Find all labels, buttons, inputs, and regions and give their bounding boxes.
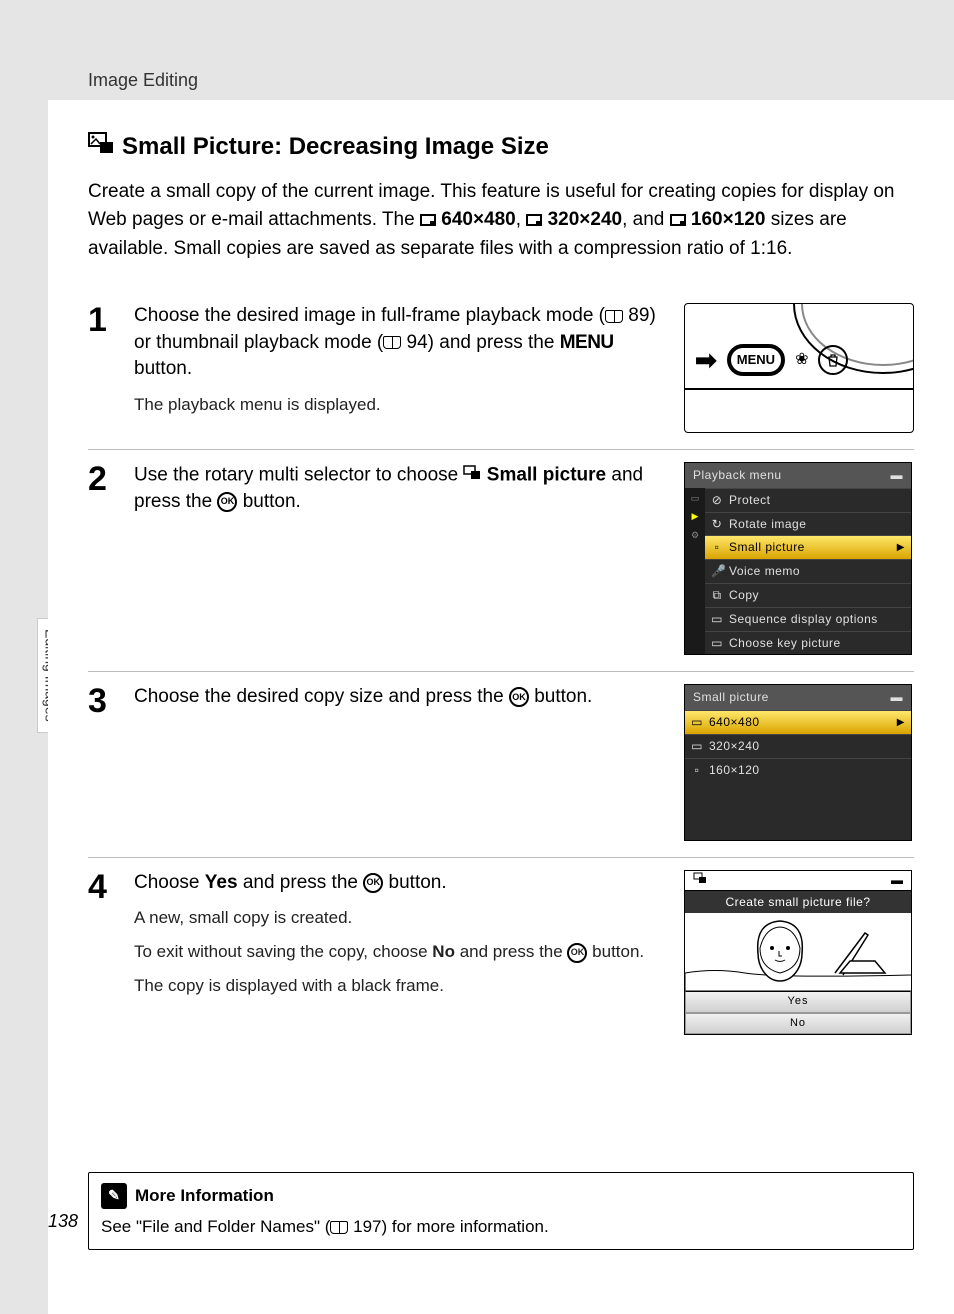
size-640-icon	[420, 214, 436, 226]
chevron-right-icon: ▶	[897, 541, 905, 555]
confirm-preview-image	[685, 913, 911, 991]
macro-icon: ❀	[795, 349, 808, 371]
more-info-box: ✎ More Information See "File and Folder …	[88, 1172, 914, 1250]
size-320-icon	[526, 214, 542, 226]
step-1: 1 Choose the desired image in full-frame…	[88, 291, 914, 450]
ok-button-icon: OK	[363, 873, 383, 893]
arrow-right-icon: ➡	[695, 342, 717, 378]
camera-diagram: ➡ MENU ❀	[684, 303, 914, 433]
battery-icon: ▬	[891, 467, 904, 484]
step-3: 3 Choose the desired copy size and press…	[88, 672, 914, 857]
playback-menu-list: ⊘Protect ↻Rotate image ▫Small picture▶ 🎤…	[705, 488, 911, 655]
more-info-title: More Information	[135, 1184, 274, 1208]
lcd-title: Small picture	[693, 689, 769, 706]
ok-button-icon: OK	[217, 492, 237, 512]
chevron-right-icon: ▶	[897, 716, 905, 730]
steps-list: 1 Choose the desired image in full-frame…	[88, 291, 914, 1051]
small-picture-icon	[693, 872, 707, 889]
confirm-yes-button[interactable]: Yes	[685, 991, 911, 1012]
ok-button-icon: OK	[567, 943, 587, 963]
delete-button[interactable]	[818, 345, 848, 375]
page-body: Small Picture: Decreasing Image Size Cre…	[48, 100, 954, 1314]
confirm-no-button[interactable]: No	[685, 1013, 911, 1034]
playback-menu-screen: Playback menu ▬ ▭ ▶ ⚙ ⊘Protect ↻Rot	[684, 462, 912, 655]
step-2: 2 Use the rotary multi selector to choos…	[88, 450, 914, 672]
menu-item-rotate[interactable]: ↻Rotate image	[705, 512, 911, 536]
ok-button-icon: OK	[509, 687, 529, 707]
small-picture-icon	[88, 130, 114, 164]
page-ref-icon	[605, 310, 623, 323]
menu-button[interactable]: MENU	[727, 344, 785, 376]
size-160-icon	[670, 214, 686, 226]
confirm-question: Create small picture file?	[685, 891, 911, 914]
size-option-640[interactable]: ▭640×480▶	[685, 710, 911, 734]
menu-item-protect[interactable]: ⊘Protect	[705, 488, 911, 512]
step-number: 1	[88, 303, 118, 337]
lcd-title: Playback menu	[693, 467, 782, 484]
size-option-320[interactable]: ▭320×240	[685, 734, 911, 758]
breadcrumb: Image Editing	[88, 68, 198, 93]
size-menu-screen: Small picture ▬ ▭640×480▶ ▭320×240 ▫160×…	[684, 684, 912, 840]
page-ref-icon	[330, 1221, 348, 1234]
page-number: 138	[48, 1209, 78, 1234]
intro-paragraph: Create a small copy of the current image…	[88, 178, 914, 264]
step-number: 2	[88, 462, 118, 496]
size-option-160[interactable]: ▫160×120	[685, 758, 911, 782]
size-menu-list: ▭640×480▶ ▭320×240 ▫160×120	[685, 710, 911, 781]
section-title-text: Small Picture: Decreasing Image Size	[122, 130, 549, 164]
page-ref-icon	[383, 336, 401, 349]
menu-item-key-picture[interactable]: ▭Choose key picture	[705, 631, 911, 655]
menu-item-copy[interactable]: ⧉Copy	[705, 583, 911, 607]
step-1-sub: The playback menu is displayed.	[134, 393, 664, 417]
step-number: 4	[88, 870, 118, 904]
small-picture-icon	[463, 462, 481, 489]
battery-icon: ▬	[891, 689, 904, 706]
step-number: 3	[88, 684, 118, 718]
menu-item-small-picture[interactable]: ▫Small picture▶	[705, 535, 911, 559]
menu-item-sequence[interactable]: ▭Sequence display options	[705, 607, 911, 631]
confirm-screen: ▬ Create small picture file?	[684, 870, 912, 1036]
menu-item-voice-memo[interactable]: 🎤Voice memo	[705, 559, 911, 583]
section-title: Small Picture: Decreasing Image Size	[88, 130, 914, 164]
info-icon: ✎	[101, 1183, 127, 1209]
more-info-text: See "File and Folder Names" ( 197) for m…	[101, 1215, 901, 1239]
battery-icon: ▬	[891, 872, 903, 889]
step-4: 4 Choose Yes and press the OK button. A …	[88, 858, 914, 1052]
